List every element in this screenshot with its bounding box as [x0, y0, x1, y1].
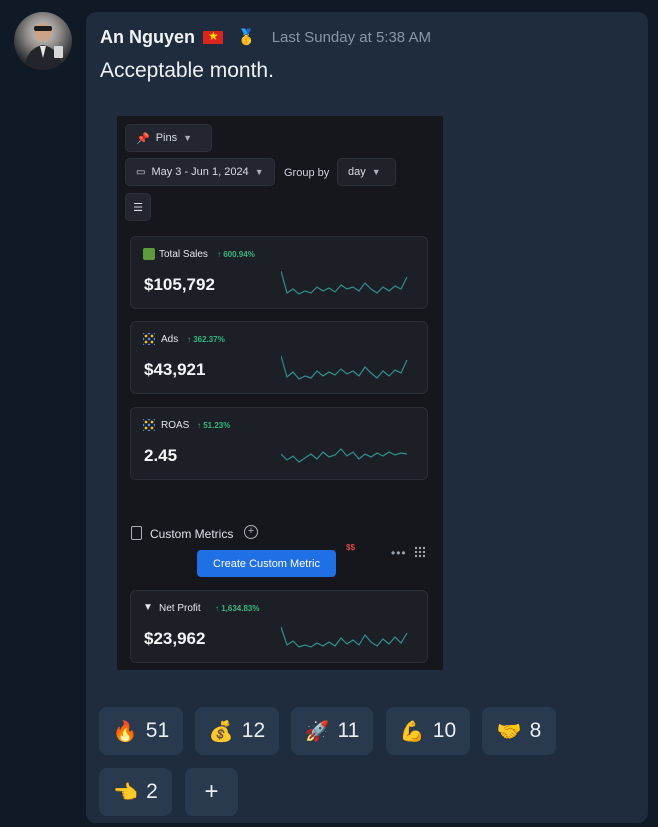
- metric-change: ↑ 362.37%: [187, 335, 225, 344]
- metric-name: ROAS: [161, 420, 190, 431]
- group-by-dropdown: day ▼: [337, 158, 396, 186]
- reaction-fire[interactable]: 🔥 51: [99, 707, 183, 755]
- chevron-down-icon: ▼: [254, 167, 264, 177]
- metric-change: ↑ 600.94%: [217, 250, 255, 259]
- custom-metrics-label: Custom Metrics: [150, 527, 234, 541]
- author-name[interactable]: An Nguyen: [100, 27, 195, 48]
- reaction-flexed-biceps[interactable]: 💪 10: [386, 707, 470, 755]
- money-bag-emoji-icon: 💰: [208, 720, 234, 743]
- reaction-count: 2: [146, 780, 158, 803]
- metric-value: $43,921: [144, 360, 206, 379]
- ads-sparkle-icon: [143, 333, 155, 345]
- vietnam-flag-icon: [203, 29, 224, 44]
- reaction-handshake[interactable]: 🤝 8: [482, 707, 556, 755]
- sparkline: [281, 626, 408, 648]
- sparkline: [281, 355, 408, 380]
- message-timestamp: Last Sunday at 5:38 AM: [271, 28, 431, 46]
- pin-icon: 📌: [136, 132, 150, 145]
- pins-label: Pins: [155, 132, 178, 144]
- author-avatar[interactable]: [14, 12, 72, 70]
- plus-icon: +: [204, 778, 219, 805]
- reaction-count: 51: [145, 719, 170, 742]
- metric-name: Net Profit: [159, 603, 201, 614]
- message-bubble: An Nguyen 🥇 Last Sunday at 5:38 AM Accep…: [86, 12, 648, 823]
- reaction-count: 11: [337, 719, 360, 742]
- metric-value: $23,962: [144, 629, 206, 648]
- calendar-icon: ▭: [136, 166, 146, 178]
- message-header: An Nguyen 🥇 Last Sunday at 5:38 AM: [100, 26, 431, 48]
- chat-view: An Nguyen 🥇 Last Sunday at 5:38 AM Accep…: [0, 0, 658, 827]
- date-range-picker: ▭ May 3 - Jun 1, 2024 ▼: [125, 158, 275, 186]
- chevron-down-icon: ▼: [371, 167, 381, 177]
- pointing-hand-emoji-icon: 👈: [113, 781, 139, 804]
- create-custom-metric-button: Create Custom Metric: [197, 550, 336, 577]
- calculator-icon: [131, 526, 142, 540]
- reaction-rocket[interactable]: 🚀 11: [291, 707, 373, 755]
- attached-screenshot[interactable]: 📌 Pins ▼ ▭ May 3 - Jun 1, 2024 ▼ Group b…: [117, 116, 443, 670]
- handshake-emoji-icon: 🤝: [496, 720, 522, 743]
- rocket-emoji-icon: 🚀: [304, 720, 330, 743]
- message-text: Acceptable month.: [100, 59, 274, 82]
- reaction-count: 8: [529, 719, 542, 742]
- shopify-bag-icon: [143, 248, 155, 260]
- reaction-count: 12: [241, 719, 266, 742]
- group-by-label: Group by: [284, 167, 330, 179]
- metric-name: Ads: [161, 334, 179, 345]
- metric-name: Total Sales: [159, 249, 208, 260]
- metric-value: $105,792: [144, 275, 215, 294]
- grid-icon: [414, 546, 426, 558]
- metric-card-net-profit: ▼ Net Profit ↑ 1,634.83% $23,962: [130, 590, 428, 663]
- sparkline: [281, 270, 408, 295]
- chevron-down-icon: ▼: [183, 133, 193, 143]
- metric-card-ads: Ads ↑ 362.37% $43,921: [130, 321, 428, 394]
- sliders-icon: ☰: [133, 201, 143, 214]
- annotation-mark: $$: [346, 543, 355, 552]
- flexed-biceps-emoji-icon: 💪: [399, 720, 425, 743]
- metric-change: ↑ 51.23%: [197, 421, 231, 430]
- more-options-icon: •••: [391, 546, 407, 560]
- metric-value: 2.45: [144, 446, 178, 465]
- add-reaction-button[interactable]: +: [185, 768, 238, 816]
- reaction-pointing-hand[interactable]: 👈 2: [99, 768, 172, 816]
- date-range-label: May 3 - Jun 1, 2024: [151, 166, 249, 178]
- metric-card-roas: ROAS ↑ 51.23% 2.45: [130, 407, 428, 480]
- funnel-icon: ▼: [143, 602, 153, 613]
- filter-settings-button: ☰: [125, 193, 151, 221]
- fire-emoji-icon: 🔥: [112, 720, 138, 743]
- roas-sparkle-icon: [143, 419, 155, 431]
- group-by-value: day: [348, 166, 366, 178]
- sparkline: [281, 448, 408, 463]
- metric-card-total-sales: Total Sales ↑ 600.94% $105,792: [130, 236, 428, 309]
- reaction-count: 10: [432, 719, 457, 742]
- add-circle-icon: +: [244, 525, 258, 539]
- pins-dropdown: 📌 Pins ▼: [125, 124, 212, 152]
- metric-change: ↑ 1,634.83%: [215, 604, 260, 613]
- reaction-money-bag[interactable]: 💰 12: [195, 707, 279, 755]
- medal-icon: 🥇: [237, 29, 256, 46]
